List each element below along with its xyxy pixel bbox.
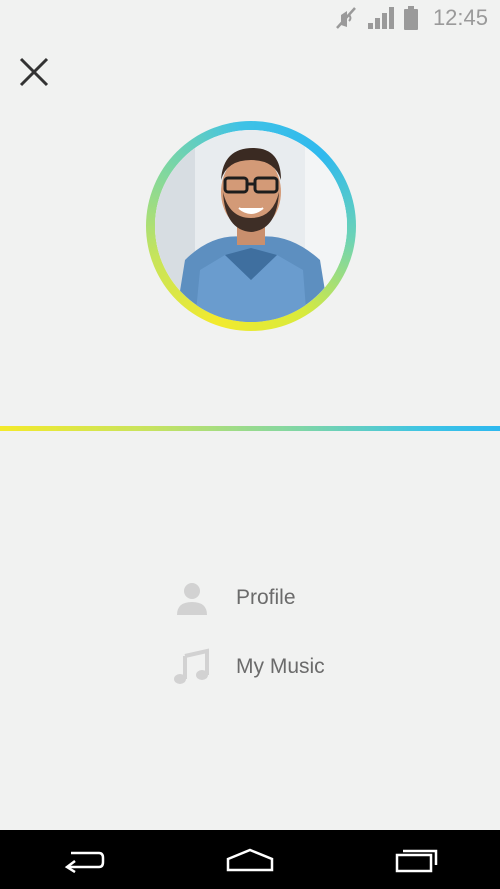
gradient-divider	[0, 426, 500, 431]
recent-apps-button[interactable]	[387, 840, 447, 880]
back-icon	[65, 851, 105, 873]
home-button[interactable]	[220, 840, 280, 880]
status-time: 12:45	[432, 5, 488, 30]
recent-apps-icon	[395, 849, 437, 872]
signal-icon	[367, 6, 395, 30]
menu-item-my-music[interactable]: My Music	[172, 647, 325, 687]
system-nav-bar	[0, 830, 500, 889]
home-icon	[226, 848, 274, 871]
menu-item-label: Profile	[236, 586, 296, 609]
person-icon	[172, 578, 212, 618]
close-button[interactable]	[14, 52, 54, 92]
profile-photo	[155, 130, 347, 322]
close-icon	[19, 57, 49, 87]
menu-item-label: My Music	[236, 655, 325, 678]
avatar[interactable]	[146, 121, 356, 331]
back-button[interactable]	[53, 840, 113, 880]
menu-item-profile[interactable]: Profile	[172, 578, 296, 618]
music-note-icon	[172, 647, 212, 687]
battery-icon	[403, 5, 419, 31]
mute-vibrate-icon	[333, 5, 359, 31]
status-bar: 12:45	[0, 0, 500, 36]
